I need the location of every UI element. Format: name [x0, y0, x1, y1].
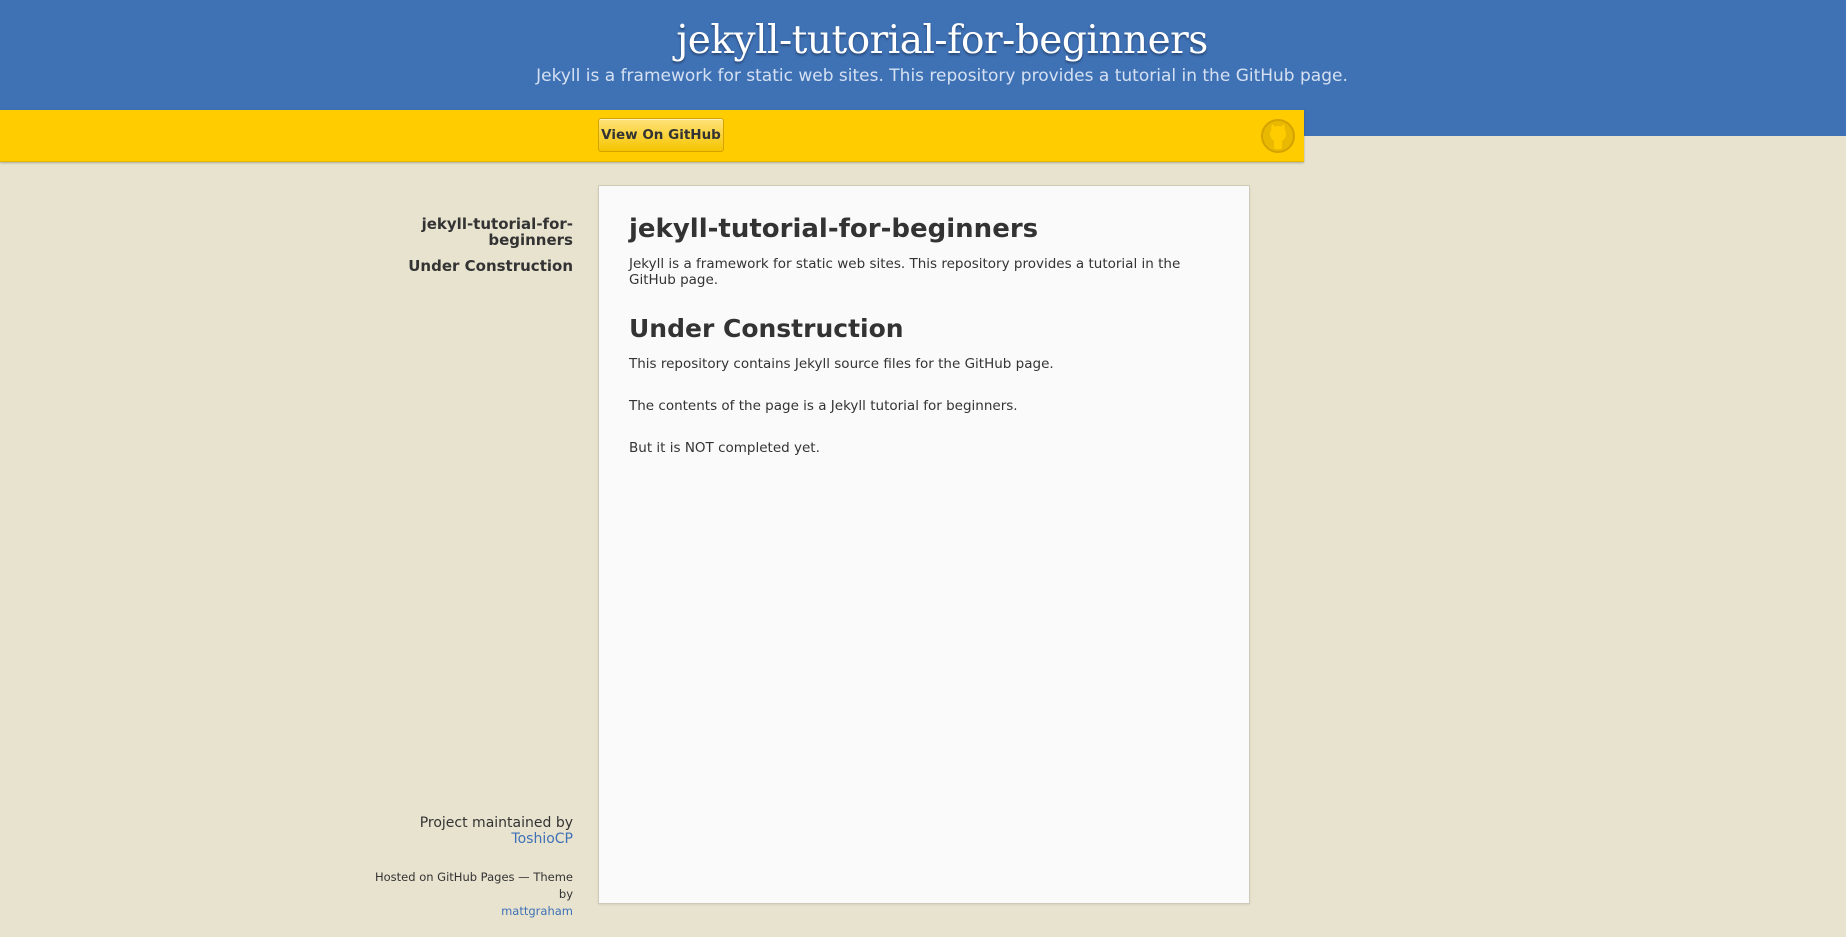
maintainer-link[interactable]: ToshioCP — [511, 831, 573, 847]
hosting-credit: Hosted on GitHub Pages — Theme by mattgr… — [373, 869, 573, 920]
maintainer-credit: Project maintained by ToshioCP — [373, 815, 573, 847]
maintained-text: Project maintained by — [419, 815, 573, 831]
site-title: jekyll-tutorial-for-beginners — [676, 18, 1208, 63]
sidebar-item-title[interactable]: jekyll-tutorial-for-beginners — [393, 216, 573, 248]
paragraph: The contents of the page is a Jekyll tut… — [629, 398, 1018, 414]
paragraph: But it is NOT completed yet. — [629, 440, 820, 456]
intro-paragraph: Jekyll is a framework for static web sit… — [629, 256, 1181, 288]
sidebar-item-under-construction[interactable]: Under Construction — [393, 258, 573, 274]
sidebar-nav: jekyll-tutorial-for-beginners Under Cons… — [393, 216, 573, 284]
site-tagline: Jekyll is a framework for static web sit… — [536, 66, 1348, 86]
theme-author-link[interactable]: mattgraham — [501, 904, 573, 918]
paragraph: This repository contains Jekyll source f… — [629, 356, 1054, 372]
view-on-github-button[interactable]: View On GitHub — [598, 118, 724, 152]
hosted-text: Hosted on GitHub Pages — Theme by — [374, 870, 573, 901]
action-ribbon: View On GitHub — [0, 110, 1304, 162]
github-octocat-icon[interactable] — [1260, 118, 1296, 154]
section-heading: Under Construction — [629, 314, 904, 343]
page-title: jekyll-tutorial-for-beginners — [629, 214, 1039, 244]
main-content: jekyll-tutorial-for-beginners Jekyll is … — [598, 185, 1250, 904]
